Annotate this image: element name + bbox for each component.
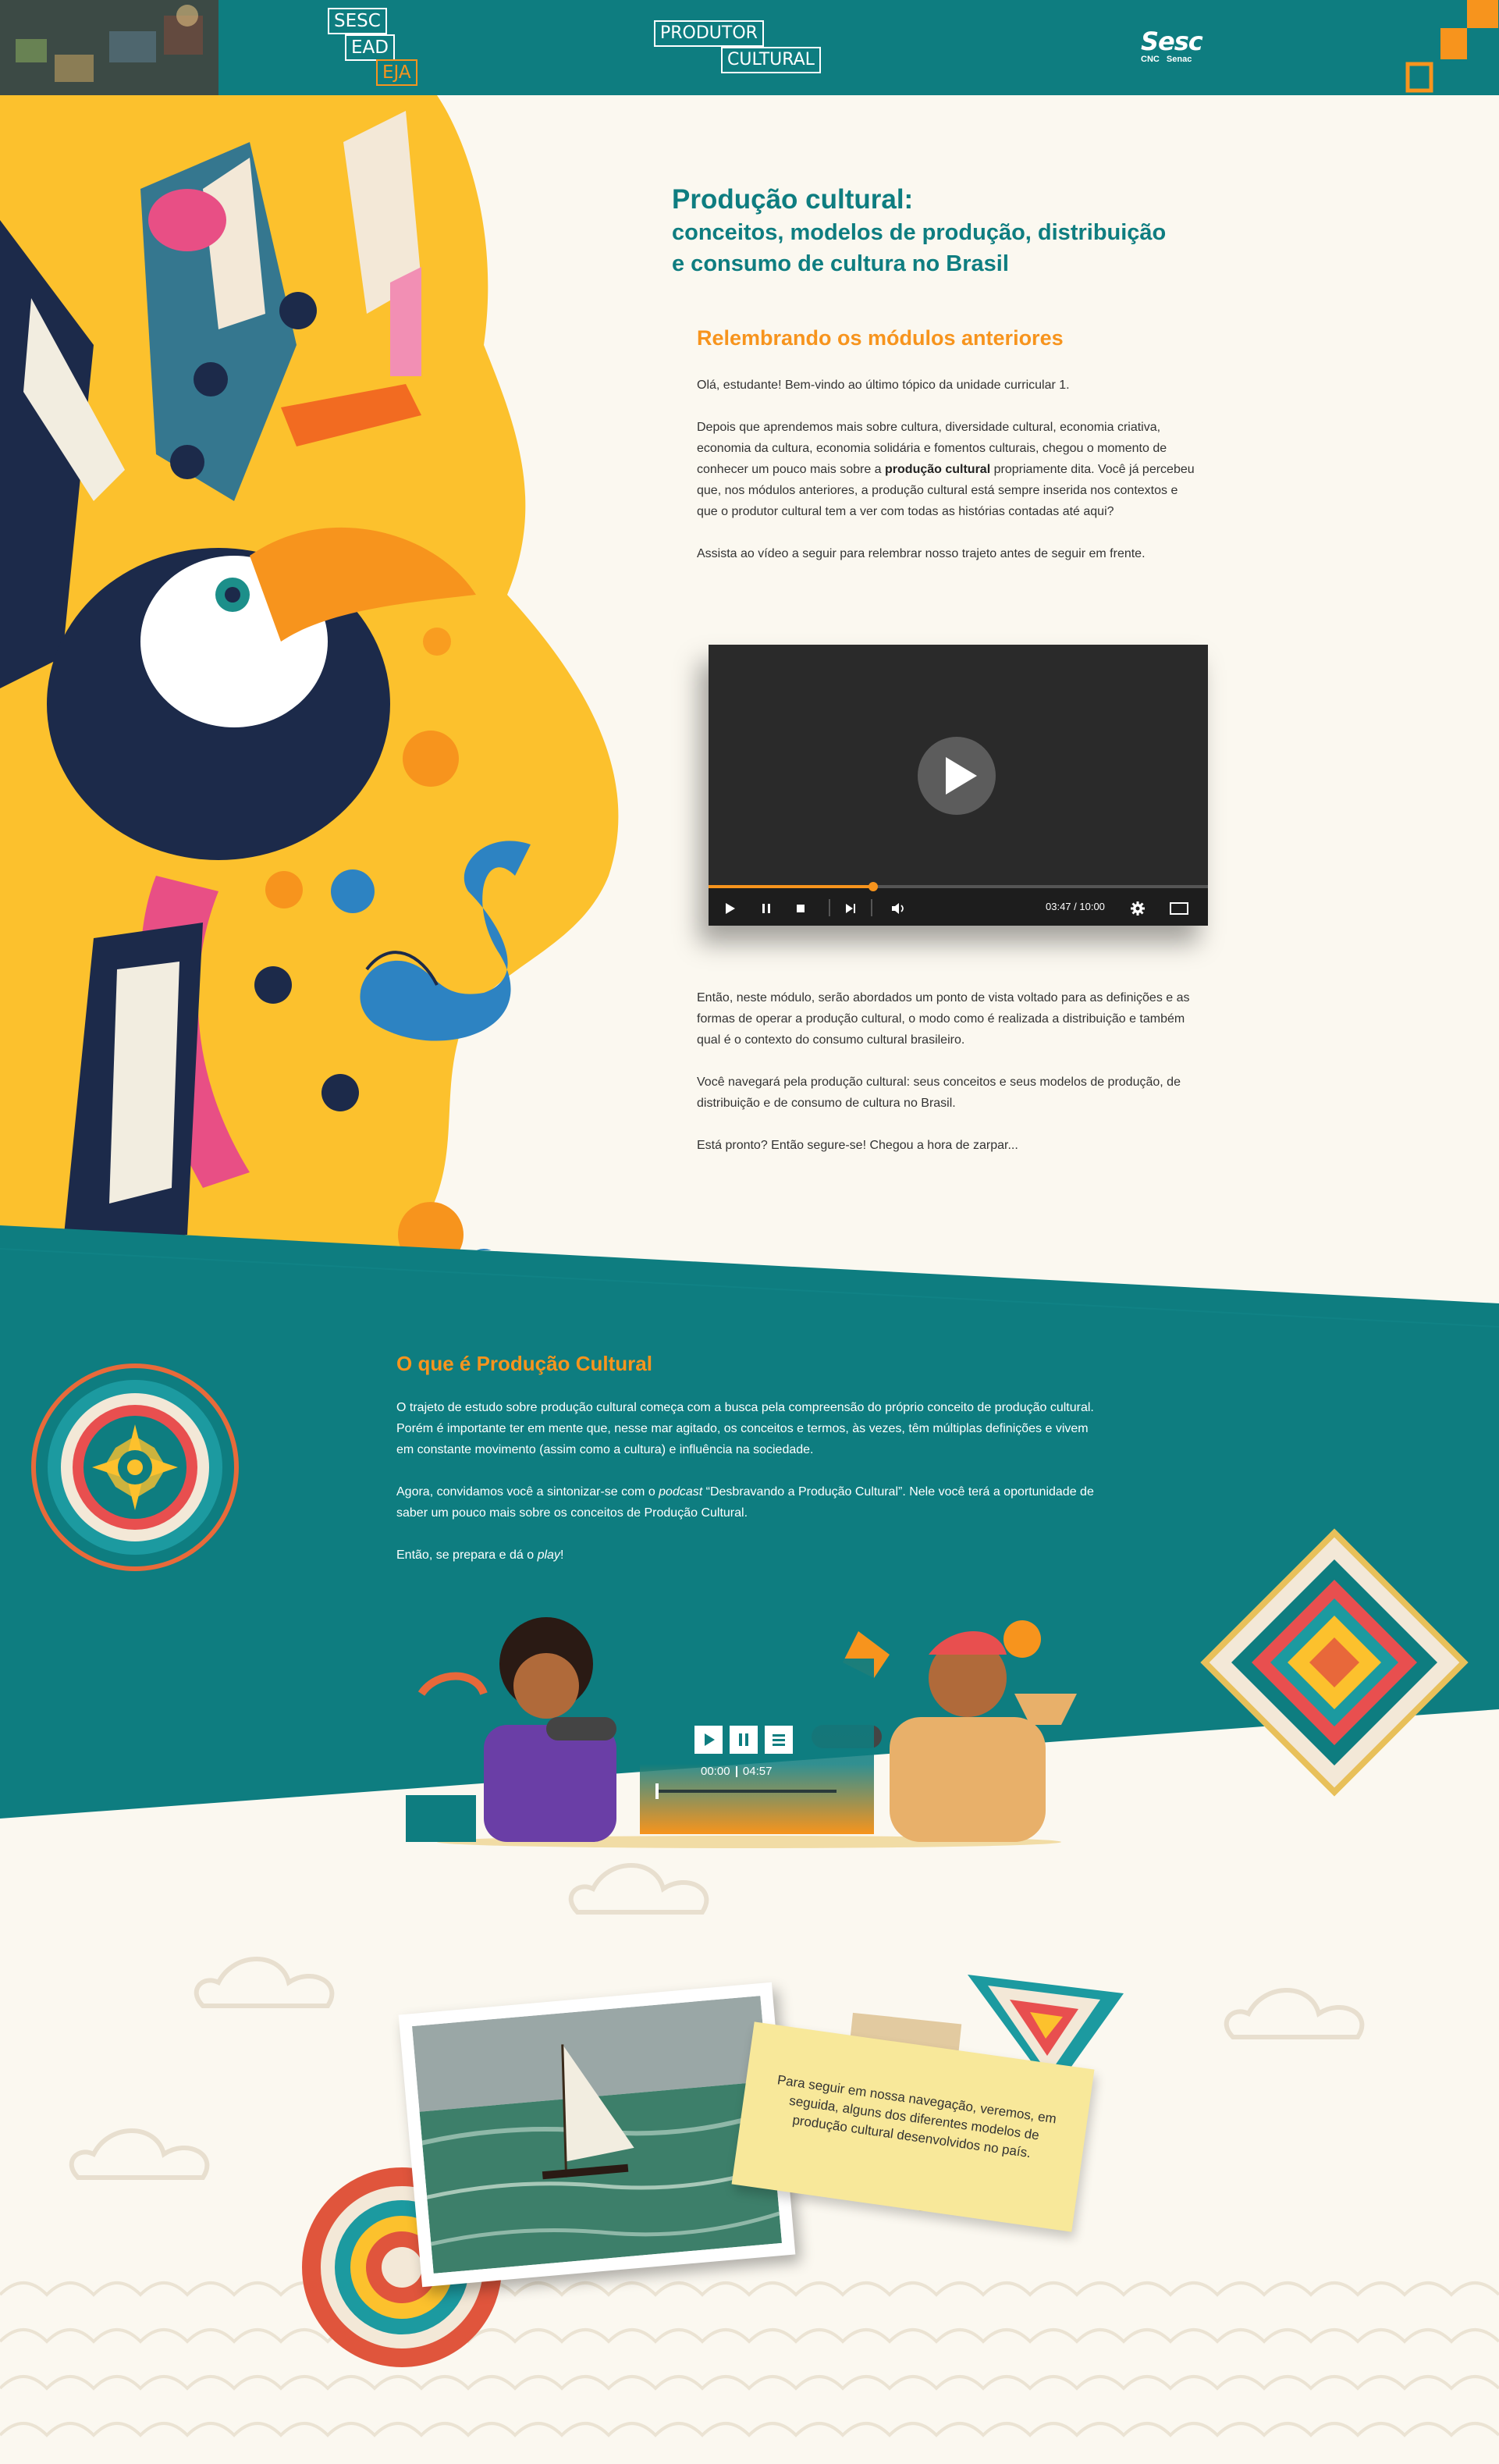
sesc-ead-eja-logo[interactable]: SESC EAD EJA bbox=[328, 8, 421, 86]
volume-icon[interactable] bbox=[891, 902, 905, 915]
video-progress-track[interactable] bbox=[709, 882, 1208, 891]
logo-sesc-box: SESC bbox=[328, 8, 387, 34]
paragraph-concept: O trajeto de estudo sobre produção cultu… bbox=[396, 1401, 1094, 1456]
podcast-invite-a: Agora, convidamos você a sintonizar-se c… bbox=[396, 1485, 659, 1499]
page-title: Produção cultural: conceitos, modelos de… bbox=[672, 183, 1166, 279]
video-player[interactable]: 03:47 / 10:00 bbox=[709, 645, 1208, 926]
logo-eja-box: EJA bbox=[376, 59, 417, 86]
control-divider bbox=[829, 899, 830, 916]
hero-body-2: Então, neste módulo, serão abordados um … bbox=[697, 987, 1196, 1156]
section2-body: O trajeto de estudo sobre produção cultu… bbox=[396, 1397, 1099, 1566]
produtor-cultural-logo[interactable]: PRODUTOR CULTURAL bbox=[654, 20, 849, 75]
video-play-small-icon[interactable] bbox=[724, 902, 737, 915]
podcast-player[interactable]: 00:00 04:57 bbox=[640, 1659, 874, 1834]
podcast-progress-track[interactable] bbox=[655, 1783, 837, 1799]
cultural-box: CULTURAL bbox=[721, 47, 821, 73]
video-time-display: 03:47 / 10:00 bbox=[1046, 901, 1105, 912]
paragraph-recap: Depois que aprendemos mais sobre cultura… bbox=[697, 417, 1196, 522]
brand-senac: Senac bbox=[1166, 55, 1192, 64]
logo-ead-text: EAD bbox=[351, 37, 389, 58]
podcast-time-divider bbox=[735, 1766, 737, 1778]
paragraph-play: Então, se prepara e dá o play! bbox=[396, 1545, 1099, 1566]
produtor-box: PRODUTOR bbox=[654, 20, 764, 47]
logo-eja-text: EJA bbox=[382, 62, 411, 83]
podcast-menu-icon bbox=[773, 1734, 785, 1746]
podcast-time-total: 04:57 bbox=[742, 1765, 773, 1778]
podcast-time-current: 00:00 bbox=[701, 1765, 730, 1778]
sticky-note-text: Para seguir em nossa navegação, veremos,… bbox=[776, 2072, 1057, 2161]
sesc-brand-logo[interactable]: Sesc CNC Senac bbox=[1141, 27, 1219, 73]
logo-sesc-text: SESC bbox=[334, 11, 381, 31]
video-progress-handle[interactable] bbox=[868, 882, 879, 891]
podcast-time: 00:00 04:57 bbox=[701, 1765, 772, 1778]
play-italic: play bbox=[537, 1548, 560, 1562]
produtor-text: PRODUTOR bbox=[660, 23, 758, 43]
page-title-line3: e consumo de cultura no Brasil bbox=[672, 251, 1009, 276]
settings-gear-icon[interactable] bbox=[1130, 901, 1146, 916]
video-pause-icon[interactable] bbox=[760, 902, 773, 915]
recap-bold: produção cultural bbox=[885, 463, 991, 476]
video-play-button[interactable] bbox=[918, 737, 996, 815]
play-text-b: ! bbox=[559, 1548, 564, 1562]
brand-cnc: CNC bbox=[1141, 55, 1160, 64]
page-title-line2: conceitos, modelos de produção, distribu… bbox=[672, 220, 1167, 245]
site-header: SESC EAD EJA PRODUTOR CULTURAL Sesc CNC … bbox=[0, 0, 1499, 95]
paragraph-navigate: Você navegará pela produção cultural: se… bbox=[697, 1076, 1181, 1110]
podcast-play-icon bbox=[705, 1733, 715, 1746]
toucan-illustration bbox=[0, 95, 619, 1250]
header-thumbnail-image bbox=[0, 0, 218, 95]
video-next-icon[interactable] bbox=[844, 902, 857, 915]
video-stop-icon[interactable] bbox=[794, 902, 807, 915]
video-control-bar: 03:47 / 10:00 bbox=[709, 882, 1208, 926]
brand-subline: CNC Senac bbox=[1141, 55, 1219, 64]
control-divider bbox=[871, 899, 872, 916]
mandala-left-decoration bbox=[31, 1364, 239, 1571]
podcast-pause-icon bbox=[739, 1733, 748, 1746]
board-game-photo bbox=[0, 0, 218, 95]
sesc-brand-text: Sesc bbox=[1141, 27, 1203, 56]
play-icon bbox=[946, 757, 977, 795]
paragraph-podcast-invite: Agora, convidamos você a sintonizar-se c… bbox=[396, 1481, 1099, 1524]
paragraph-watch-video: Assista ao vídeo a seguir para relembrar… bbox=[697, 547, 1146, 560]
diamond-mandala-decoration bbox=[1200, 1528, 1469, 1797]
video-progress-fill bbox=[709, 885, 874, 888]
podcast-pause-button[interactable] bbox=[730, 1726, 758, 1754]
orange-squares-decoration bbox=[1405, 0, 1498, 93]
podcast-italic: podcast bbox=[659, 1485, 703, 1499]
logo-ead-box: EAD bbox=[345, 34, 395, 61]
sailboat-photo bbox=[411, 1996, 783, 2274]
paragraph-welcome: Olá, estudante! Bem-vindo ao último tópi… bbox=[697, 379, 1070, 392]
section-heading-relembrando: Relembrando os módulos anteriores bbox=[697, 326, 1064, 350]
hero-body-1: Olá, estudante! Bem-vindo ao último tópi… bbox=[697, 375, 1196, 564]
fullscreen-icon[interactable] bbox=[1169, 901, 1189, 916]
paragraph-module-overview: Então, neste módulo, serão abordados um … bbox=[697, 991, 1190, 1047]
section-heading-producao-cultural: O que é Produção Cultural bbox=[396, 1352, 652, 1375]
jangada-photo-card bbox=[398, 1982, 796, 2288]
podcast-play-button[interactable] bbox=[694, 1726, 723, 1754]
podcast-menu-button[interactable] bbox=[765, 1726, 793, 1754]
cultural-text: CULTURAL bbox=[727, 50, 815, 69]
play-text-a: Então, se prepara e dá o bbox=[396, 1548, 538, 1562]
page-title-line1: Produção cultural: bbox=[672, 184, 914, 215]
paragraph-ready: Está pronto? Então segure-se! Chegou a h… bbox=[697, 1139, 1018, 1152]
podcast-progress-handle[interactable] bbox=[655, 1783, 659, 1799]
